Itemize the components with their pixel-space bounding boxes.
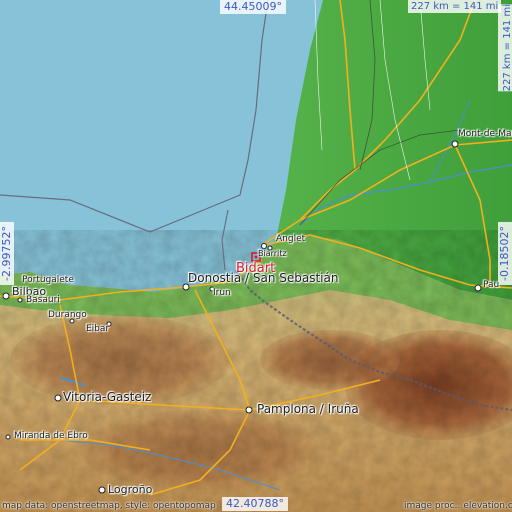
city-dot-logrono [98, 486, 106, 494]
place-irun[interactable]: Irun [213, 289, 231, 298]
city-dot-miranda [5, 434, 11, 440]
place-vitoria[interactable]: Vitoria-Gasteiz [63, 391, 151, 403]
place-pau[interactable]: Pau [483, 281, 499, 290]
coord-top: 44.45009° [220, 0, 286, 14]
city-dot-pamplona [245, 406, 253, 414]
city-dot-bilbao [2, 292, 10, 300]
place-mont-de-marsan[interactable]: Mont-de-Marsan [458, 130, 512, 139]
scale-horizontal: 227 km = 141 mi [408, 0, 502, 13]
place-portugalete[interactable]: Portugalete [22, 276, 74, 285]
place-eibar[interactable]: Eibar [86, 325, 109, 334]
attribution-image-proc: image proc.: elevation.city [404, 501, 512, 511]
map-view[interactable]: 44.45009° 42.40788° -2.99752° -0.18502° … [0, 0, 512, 512]
place-basauri[interactable]: Basauri [26, 296, 60, 305]
place-anglet[interactable]: Anglet [276, 235, 305, 244]
place-miranda[interactable]: Miranda de Ebro [14, 432, 88, 441]
city-dot-mont-de-marsan [451, 140, 459, 148]
city-dot-pau [474, 284, 482, 292]
place-donostia[interactable]: Donostia / San Sebastián [188, 272, 338, 284]
attribution-map-data: map data: openstreetmap, style: opentopo… [2, 501, 216, 511]
coord-bottom: 42.40788° [222, 497, 288, 511]
coord-left: -2.99752° [0, 222, 14, 285]
city-dot-basauri [17, 297, 23, 303]
place-logrono[interactable]: Logroño [108, 484, 152, 495]
scale-vertical: 227 km = 141 mi [498, 4, 512, 92]
coord-right: -0.18502° [498, 222, 512, 285]
city-dot-vitoria [54, 394, 62, 402]
place-durango[interactable]: Durango [48, 311, 87, 320]
place-biarritz[interactable]: Biarritz [258, 250, 287, 258]
city-dot-anglet [261, 243, 267, 249]
place-pamplona[interactable]: Pamplona / Iruña [257, 403, 359, 415]
